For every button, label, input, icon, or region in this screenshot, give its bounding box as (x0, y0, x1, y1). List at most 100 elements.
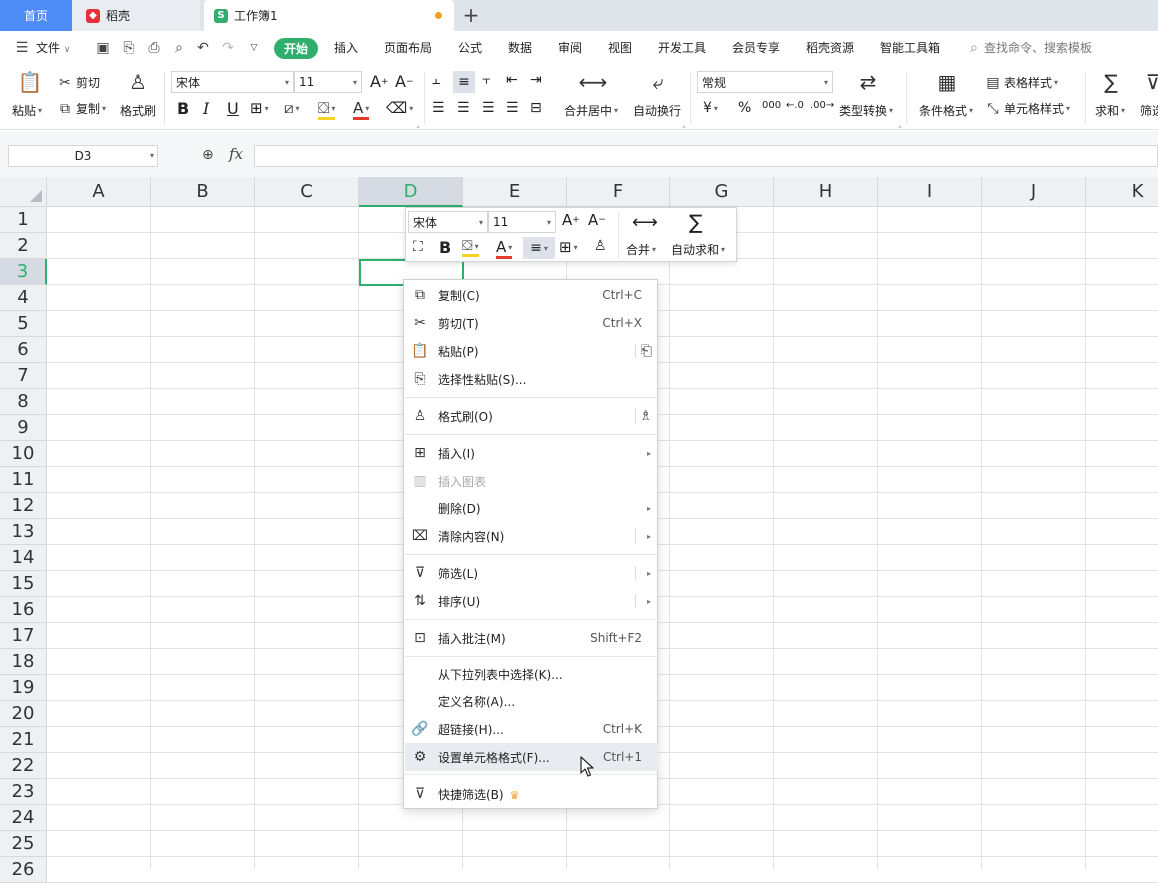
menu-paste-special[interactable]: ⎘ 选择性粘贴(S)... (405, 365, 658, 393)
mini-merge-icon[interactable]: ⟷ (632, 212, 658, 233)
quick-access-more-icon[interactable]: ▽ (246, 40, 262, 56)
menu-filter[interactable]: ⊽ 筛选(L) ▸ (405, 559, 658, 587)
mini-border-icon[interactable]: ⊞ ▾ (559, 238, 578, 256)
row-header-1[interactable]: 1 (0, 207, 47, 233)
currency-icon[interactable]: ¥ ▾ (703, 100, 718, 116)
mini-fill-color-icon[interactable]: ⛋ ▾ (462, 238, 479, 257)
menu-format-cells[interactable]: ⚙ 设置单元格格式(F)... Ctrl+1 (405, 743, 658, 771)
sum-icon[interactable]: ∑ (1096, 70, 1126, 94)
decrease-font-icon[interactable]: A − (395, 72, 414, 91)
print-icon[interactable]: ⎙ (146, 40, 162, 56)
border-icon[interactable]: ⊞ ▾ (250, 99, 269, 117)
row-header-9[interactable]: 9 (0, 415, 47, 441)
underline-icon[interactable]: U (227, 99, 239, 118)
menu-daoke-resources[interactable]: 稻壳资源 (806, 39, 854, 56)
indent-decrease-icon[interactable]: ⇤ (506, 72, 518, 88)
menu-paste[interactable]: 📋 粘贴(P) ⎗ (405, 337, 658, 365)
column-header-d[interactable]: D (359, 177, 463, 207)
menu-review[interactable]: 审阅 (558, 39, 582, 56)
menu-format-painter[interactable]: ♙ 格式刷(O) ♗ (405, 402, 658, 430)
menu-quick-filter[interactable]: ⊽ 快捷筛选(B) ♛ (405, 780, 658, 808)
row-header-7[interactable]: 7 (0, 363, 47, 389)
format-painter-icon[interactable]: ♙ (123, 70, 153, 94)
mini-format-painter-icon[interactable]: ♙ (594, 238, 607, 254)
merge-center-icon[interactable]: ⟷ (578, 70, 608, 94)
align-left-icon[interactable]: ☰ (432, 100, 445, 116)
cell-style-button[interactable]: ⤡ 单元格样式 ▾ (984, 100, 1070, 117)
tab-home[interactable]: 首页 (0, 0, 72, 31)
row-header-26[interactable]: 26 (0, 857, 47, 883)
menu-delete[interactable]: 删除(D) ▸ (405, 494, 658, 522)
paste-values-icon[interactable]: ⎗ (641, 343, 652, 359)
menu-formula[interactable]: 公式 (458, 39, 482, 56)
column-header-g[interactable]: G (670, 177, 774, 207)
row-header-15[interactable]: 15 (0, 571, 47, 597)
row-header-18[interactable]: 18 (0, 649, 47, 675)
conditional-format-icon[interactable]: ▦ (932, 70, 962, 94)
menu-file[interactable]: 文件 ∨ (36, 39, 70, 56)
column-header-b[interactable]: B (151, 177, 255, 207)
format-painter-multi-icon[interactable]: ♗ (639, 408, 652, 424)
percent-icon[interactable]: % (738, 100, 751, 116)
alignment-dialog-launcher-icon[interactable]: ⌟ (682, 120, 686, 129)
menu-sort[interactable]: ⇅ 排序(U) ▸ (405, 587, 658, 615)
sum-button[interactable]: 求和 ▾ (1095, 102, 1125, 119)
bold-icon[interactable]: B (177, 99, 189, 118)
wrap-text-button[interactable]: 自动换行 (633, 102, 681, 119)
search-command-box[interactable]: 查找命令、搜索模板 (984, 39, 1092, 56)
mini-font-name-select[interactable]: 宋体 ▾ (408, 211, 488, 233)
conditional-format-button[interactable]: 条件格式 ▾ (919, 102, 973, 119)
column-header-i[interactable]: I (878, 177, 982, 207)
row-header-11[interactable]: 11 (0, 467, 47, 493)
mini-increase-font-icon[interactable]: A + (562, 211, 580, 229)
menu-view[interactable]: 视图 (608, 39, 632, 56)
row-header-24[interactable]: 24 (0, 805, 47, 831)
preview-icon[interactable]: ⌕ (171, 40, 187, 56)
filter-icon[interactable]: ⊽ (1138, 70, 1158, 94)
row-header-4[interactable]: 4 (0, 285, 47, 311)
align-right-icon[interactable]: ☰ (482, 100, 495, 116)
font-size-select[interactable]: 11 ▾ (294, 71, 362, 93)
paste-button[interactable]: 粘贴 ▾ (12, 102, 42, 119)
mini-decrease-font-icon[interactable]: A − (588, 211, 606, 229)
add-tab-icon[interactable]: + (460, 3, 482, 27)
menu-smart-toolbox[interactable]: 智能工具箱 (880, 39, 940, 56)
menu-start[interactable]: 开始 (274, 38, 318, 59)
type-convert-button[interactable]: 类型转换 ▾ (839, 102, 893, 119)
menu-page-layout[interactable]: 页面布局 (384, 39, 432, 56)
menu-cut[interactable]: ✂ 剪切(T) Ctrl+X (405, 309, 658, 337)
row-header-16[interactable]: 16 (0, 597, 47, 623)
increase-font-icon[interactable]: A + (370, 72, 389, 91)
select-all-corner[interactable] (0, 177, 47, 207)
row-header-20[interactable]: 20 (0, 701, 47, 727)
eraser-icon[interactable]: ⌫ ▾ (386, 99, 413, 117)
mini-bold-icon[interactable]: B (439, 238, 451, 257)
mini-merge-button[interactable]: 合并 ▾ (626, 241, 656, 258)
row-header-3[interactable]: 3 (0, 259, 47, 285)
mini-select-icon[interactable]: ⛶ (413, 239, 423, 255)
menu-data[interactable]: 数据 (508, 39, 532, 56)
align-center-icon[interactable]: ☰ (457, 100, 470, 116)
menu-copy[interactable]: ⧉ 复制(C) Ctrl+C (405, 281, 658, 309)
distribute-icon[interactable]: ⊟ (530, 100, 542, 116)
row-header-14[interactable]: 14 (0, 545, 47, 571)
row-header-2[interactable]: 2 (0, 233, 47, 259)
align-top-icon[interactable]: ⫠ (432, 72, 440, 88)
menu-clear-contents[interactable]: ⌧ 清除内容(N) ▸ (405, 522, 658, 550)
undo-icon[interactable]: ↶ (195, 40, 211, 56)
row-header-13[interactable]: 13 (0, 519, 47, 545)
row-header-23[interactable]: 23 (0, 779, 47, 805)
cut-button[interactable]: ✂ 剪切 (56, 74, 100, 91)
style-icon[interactable]: ⧄ ▾ (284, 99, 300, 117)
menu-insert[interactable]: ⊞ 插入(I) ▸ (405, 439, 658, 467)
row-header-12[interactable]: 12 (0, 493, 47, 519)
column-header-h[interactable]: H (774, 177, 878, 207)
zoom-icon[interactable]: ⊕ (202, 147, 214, 163)
row-header-22[interactable]: 22 (0, 753, 47, 779)
mini-align-middle-icon[interactable]: ≡ ▾ (523, 237, 555, 259)
mini-font-size-select[interactable]: 11 ▾ (488, 211, 556, 233)
mini-autosum-button[interactable]: 自动求和 ▾ (671, 241, 725, 258)
mini-autosum-icon[interactable]: ∑ (689, 210, 702, 234)
menu-insert[interactable]: 插入 (334, 39, 358, 56)
paste-icon[interactable]: 📋 (15, 70, 45, 94)
